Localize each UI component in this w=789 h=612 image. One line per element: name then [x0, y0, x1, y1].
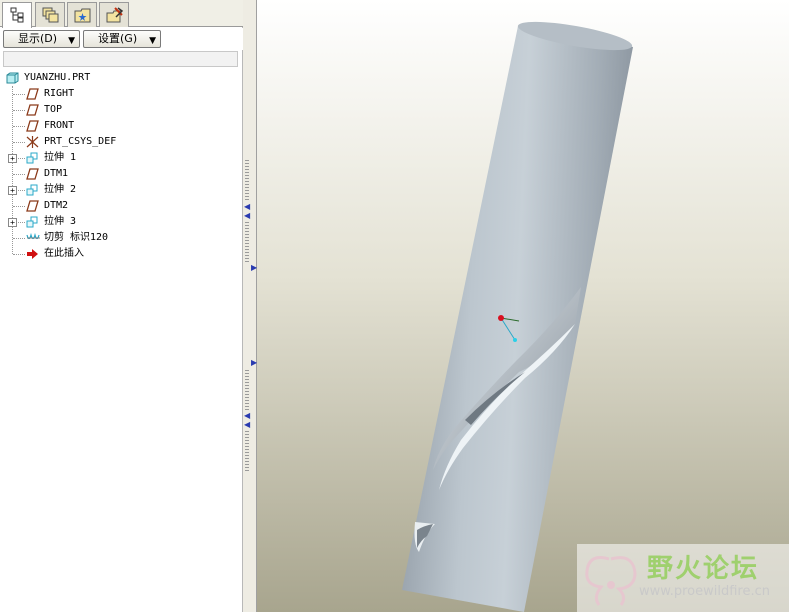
navigator-panel: 显示(D) ▼ 设置(G) ▼ YUANZHU.PRT RIGHT TOP FR…	[0, 0, 243, 612]
sweep-cut-icon	[26, 232, 40, 240]
splitter-grip	[245, 160, 249, 202]
collapse-left-icon[interactable]: ◀	[244, 412, 250, 420]
splitter-grip	[245, 370, 249, 412]
tab-favorites[interactable]	[99, 2, 129, 27]
tree-connector	[13, 254, 25, 255]
expand-toggle-icon[interactable]: +	[8, 154, 17, 163]
tree-item-label: 在此插入	[44, 248, 84, 259]
tree-item-extrude-1[interactable]: + 拉伸 1	[0, 150, 238, 166]
tree-item-right[interactable]: RIGHT	[0, 86, 238, 102]
tree-item-label: 拉伸 2	[44, 184, 77, 195]
tree-item-sweep-cut[interactable]: 切剪 标识120	[0, 230, 238, 246]
navigator-tabbar	[0, 0, 243, 28]
datum-plane-icon	[26, 168, 39, 180]
tree-item-top[interactable]: TOP	[0, 102, 238, 118]
tree-item-label: 切剪 标识120	[44, 232, 109, 243]
datum-plane-icon	[26, 120, 39, 132]
expand-toggle-icon[interactable]: +	[8, 218, 17, 227]
tree-item-label: DTM2	[44, 200, 69, 211]
watermark-logo-icon	[585, 556, 637, 606]
datum-plane-icon	[26, 200, 39, 212]
cylinder-body	[402, 26, 633, 612]
tab-folder-browser[interactable]	[67, 2, 97, 27]
chevron-down-icon: ▼	[149, 36, 156, 46]
layers-icon	[42, 7, 59, 23]
tree-item-insert-here[interactable]: 在此插入	[0, 246, 238, 262]
tree-connector	[13, 126, 25, 127]
tree-root-label: YUANZHU.PRT	[24, 72, 91, 83]
show-menu-button[interactable]: 显示(D) ▼	[3, 30, 80, 48]
csys-axis-end-icon	[513, 338, 517, 342]
tree-connector	[13, 238, 25, 239]
favorites-icon	[106, 7, 124, 23]
tree-item-extrude-3[interactable]: + 拉伸 3	[0, 214, 238, 230]
datum-plane-icon	[26, 104, 39, 116]
tree-item-label: 拉伸 1	[44, 152, 77, 163]
coordinate-system-icon	[26, 136, 39, 148]
extrude-icon	[26, 216, 38, 228]
tab-model-tree[interactable]	[2, 2, 32, 28]
collapse-left-icon[interactable]: ◀	[244, 203, 250, 211]
tree-connector	[18, 158, 25, 159]
tree-item-csys[interactable]: PRT_CSYS_DEF	[0, 134, 238, 150]
tree-item-label: TOP	[44, 104, 63, 115]
datum-plane-icon	[26, 88, 39, 100]
cylinder-model[interactable]	[257, 0, 789, 612]
insert-here-arrow-icon	[27, 249, 38, 259]
model-tree-icon	[10, 7, 24, 23]
tree-item-label: FRONT	[44, 120, 75, 131]
csys-origin-icon	[498, 315, 504, 321]
tree-connector	[13, 174, 25, 175]
tree-item-label: DTM1	[44, 168, 69, 179]
show-menu-label: 显示(D)	[18, 32, 58, 45]
tree-connector	[13, 206, 25, 207]
watermark-url: www.proewildfire.cn	[639, 584, 770, 599]
pro-engineer-window: 显示(D) ▼ 设置(G) ▼ YUANZHU.PRT RIGHT TOP FR…	[0, 0, 789, 612]
expand-toggle-icon[interactable]: +	[8, 186, 17, 195]
tree-item-extrude-2[interactable]: + 拉伸 2	[0, 182, 238, 198]
tree-item-root[interactable]: YUANZHU.PRT	[0, 70, 238, 86]
panel-splitter[interactable]: ◀ ◀ ◀ ◀ ▶ ▶	[243, 0, 257, 612]
settings-menu-label: 设置(G)	[98, 32, 138, 45]
tree-connector	[18, 222, 25, 223]
forum-watermark: 野火论坛 www.proewildfire.cn	[577, 544, 789, 612]
extrude-icon	[26, 184, 38, 196]
collapse-left-icon[interactable]: ◀	[244, 212, 250, 220]
graphics-viewport[interactable]	[257, 0, 789, 612]
settings-menu-button[interactable]: 设置(G) ▼	[83, 30, 161, 48]
tree-item-label: 拉伸 3	[44, 216, 77, 227]
chevron-down-icon: ▼	[68, 36, 75, 46]
splitter-grip	[245, 222, 249, 262]
folder-browser-icon	[74, 8, 91, 23]
tree-connector	[18, 190, 25, 191]
tree-connector	[13, 110, 25, 111]
part-icon	[6, 72, 19, 84]
extrude-icon	[26, 152, 38, 164]
tree-item-dtm2[interactable]: DTM2	[0, 198, 238, 214]
tree-item-front[interactable]: FRONT	[0, 118, 238, 134]
tree-connector	[13, 142, 25, 143]
tree-item-dtm1[interactable]: DTM1	[0, 166, 238, 182]
tab-layers[interactable]	[35, 2, 65, 27]
navigator-buttonbar: 显示(D) ▼ 设置(G) ▼	[0, 28, 243, 50]
tree-connector	[13, 94, 25, 95]
collapse-left-icon[interactable]: ◀	[244, 421, 250, 429]
tree-item-label: RIGHT	[44, 88, 75, 99]
tree-filter-bar	[3, 51, 238, 67]
watermark-title: 野火论坛	[647, 554, 760, 584]
splitter-grip	[245, 431, 249, 471]
tree-item-label: PRT_CSYS_DEF	[44, 136, 117, 147]
